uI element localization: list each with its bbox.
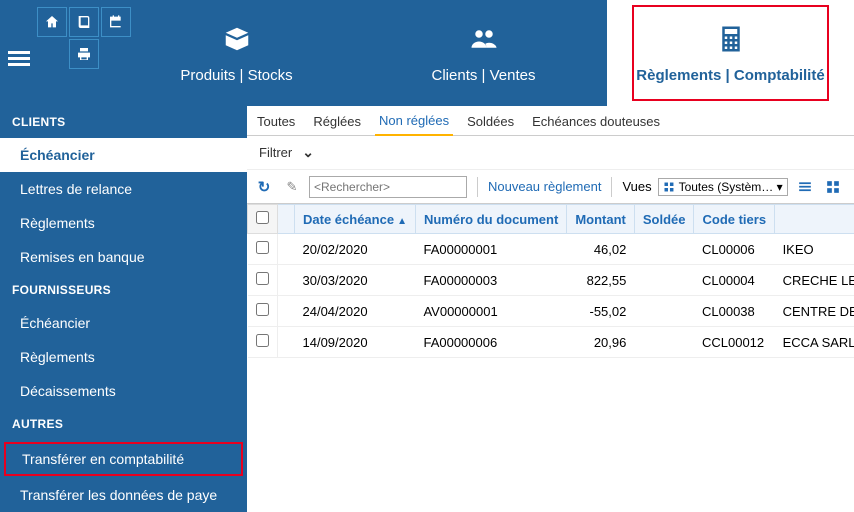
sidebar-header: AUTRES (0, 408, 247, 440)
table-row[interactable]: 24/04/2020 AV00000001 -55,02 CL00038 CEN… (248, 296, 854, 327)
sidebar-item[interactable]: Lettres de relance (0, 172, 247, 206)
calendar-icon[interactable] (101, 7, 131, 37)
column-header[interactable]: Code tiers (694, 205, 775, 234)
row-checkbox[interactable] (248, 296, 278, 327)
sidebar-header: FOURNISSEURS (0, 274, 247, 306)
column-header[interactable]: Soldée (634, 205, 694, 234)
row-checkbox[interactable] (248, 327, 278, 358)
edit-icon[interactable]: ✎ (281, 176, 303, 198)
view-grid-icon[interactable] (822, 176, 844, 198)
nav-label: Produits | Stocks (180, 67, 292, 84)
view-list-icon[interactable] (794, 176, 816, 198)
home-icon[interactable] (37, 7, 67, 37)
nav-tab-clients[interactable]: Clients | Ventes (360, 0, 607, 106)
book-icon[interactable] (69, 7, 99, 37)
table-row[interactable]: 20/02/2020 FA00000001 46,02 CL00006 IKEO (248, 234, 854, 265)
print-icon[interactable] (69, 39, 99, 69)
sidebar-header: CLIENTS (0, 106, 247, 138)
status-tab[interactable]: Echéances douteuses (528, 108, 664, 135)
column-header[interactable]: Date échéance▲ (295, 205, 416, 234)
box-icon (220, 23, 254, 55)
row-checkbox[interactable] (248, 234, 278, 265)
sidebar-item[interactable]: Transférer les données de paye (0, 478, 247, 512)
column-header[interactable]: Montant (567, 205, 635, 234)
grid-icon (663, 181, 675, 193)
nav-tab-reglements[interactable]: Règlements | Comptabilité (607, 0, 854, 106)
status-tab[interactable]: Réglées (309, 108, 365, 135)
select-all-header[interactable] (248, 205, 278, 234)
views-label: Vues (622, 179, 651, 194)
status-tab[interactable]: Toutes (253, 108, 299, 135)
sidebar-item[interactable]: Échéancier (0, 138, 247, 172)
status-tab[interactable]: Soldées (463, 108, 518, 135)
chevron-down-icon[interactable]: ⌄ (302, 144, 314, 161)
table-row[interactable]: 30/03/2020 FA00000003 822,55 CL00004 CRE… (248, 265, 854, 296)
sidebar-item[interactable]: Remises en banque (0, 240, 247, 274)
sidebar-item[interactable]: Transférer en comptabilité (4, 442, 243, 476)
column-header[interactable] (775, 205, 854, 234)
sidebar-item[interactable]: Règlements (0, 206, 247, 240)
sort-asc-icon: ▲ (397, 216, 407, 227)
search-input[interactable] (309, 176, 467, 198)
views-select[interactable]: Toutes (Systèm… ▾ (658, 178, 788, 196)
column-header[interactable]: Numéro du document (415, 205, 566, 234)
sidebar-item[interactable]: Échéancier (0, 306, 247, 340)
table-row[interactable]: 14/09/2020 FA00000006 20,96 CCL00012 ECC… (248, 327, 854, 358)
column-header[interactable] (278, 205, 295, 234)
filter-label: Filtrer (259, 145, 292, 160)
new-payment-button[interactable]: Nouveau règlement (488, 179, 601, 194)
nav-label: Clients | Ventes (432, 67, 536, 84)
sidebar-item[interactable]: Décaissements (0, 374, 247, 408)
menu-icon[interactable] (8, 48, 30, 69)
highlight-box (632, 5, 829, 101)
nav-tab-produits[interactable]: Produits | Stocks (113, 0, 360, 106)
row-checkbox[interactable] (248, 265, 278, 296)
people-icon (466, 23, 502, 55)
refresh-icon[interactable]: ↻ (253, 176, 275, 198)
status-tab[interactable]: Non réglées (375, 107, 453, 136)
sidebar-item[interactable]: Règlements (0, 340, 247, 374)
